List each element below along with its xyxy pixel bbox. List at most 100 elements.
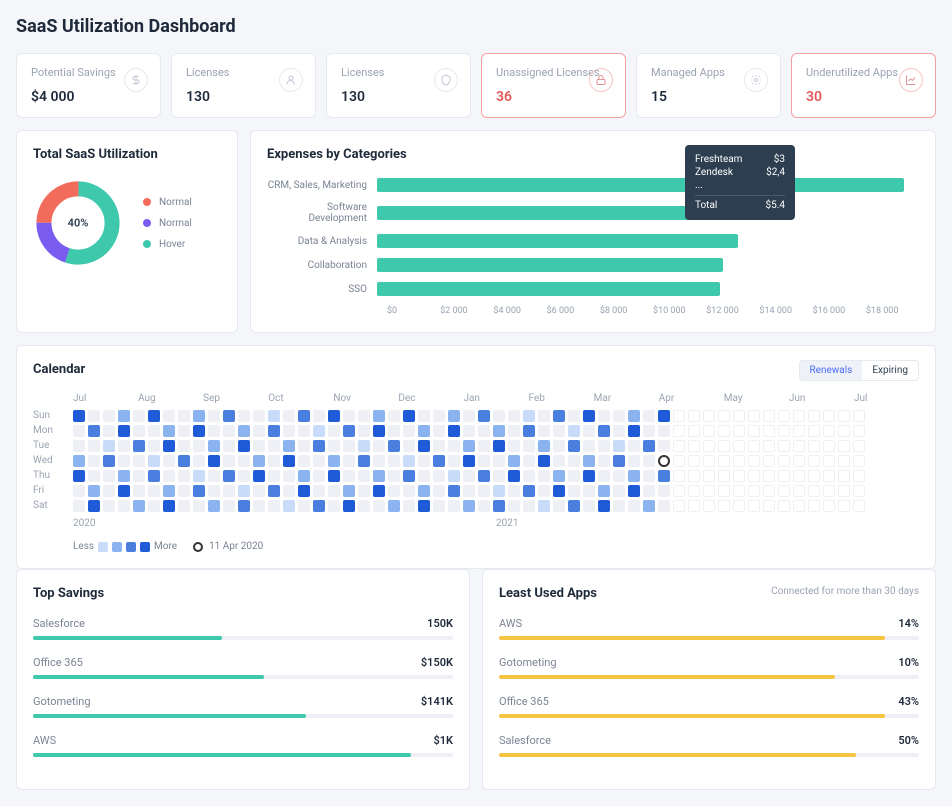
calendar-cell[interactable] xyxy=(508,500,520,512)
calendar-cell[interactable] xyxy=(718,485,730,497)
calendar-cell[interactable] xyxy=(478,470,490,482)
calendar-cell[interactable] xyxy=(628,410,640,422)
calendar-cell[interactable] xyxy=(193,425,205,437)
calendar-cell[interactable] xyxy=(388,500,400,512)
calendar-cell[interactable] xyxy=(553,410,565,422)
calendar-cell[interactable] xyxy=(853,440,865,452)
calendar-cell[interactable] xyxy=(178,500,190,512)
calendar-cell[interactable] xyxy=(568,500,580,512)
calendar-cell[interactable] xyxy=(778,500,790,512)
calendar-cell[interactable] xyxy=(268,500,280,512)
calendar-cell[interactable] xyxy=(553,500,565,512)
calendar-cell[interactable] xyxy=(613,470,625,482)
calendar-cell[interactable] xyxy=(253,455,265,467)
calendar-cell[interactable] xyxy=(193,485,205,497)
calendar-cell[interactable] xyxy=(238,440,250,452)
calendar-cell[interactable] xyxy=(133,470,145,482)
calendar-cell[interactable] xyxy=(463,455,475,467)
calendar-cell[interactable] xyxy=(598,485,610,497)
calendar-cell[interactable] xyxy=(613,425,625,437)
calendar-cell[interactable] xyxy=(313,455,325,467)
calendar-cell[interactable] xyxy=(283,440,295,452)
calendar-cell[interactable] xyxy=(733,500,745,512)
calendar-cell[interactable] xyxy=(643,425,655,437)
calendar-cell[interactable] xyxy=(583,410,595,422)
calendar-cell[interactable] xyxy=(508,470,520,482)
calendar-cell[interactable] xyxy=(148,500,160,512)
calendar-cell[interactable] xyxy=(343,500,355,512)
calendar-cell[interactable] xyxy=(703,440,715,452)
calendar-cell[interactable] xyxy=(778,410,790,422)
calendar-cell[interactable] xyxy=(118,470,130,482)
calendar-cell[interactable] xyxy=(823,455,835,467)
calendar-cell[interactable] xyxy=(733,440,745,452)
calendar-cell[interactable] xyxy=(148,455,160,467)
calendar-cell[interactable] xyxy=(688,410,700,422)
calendar-cell[interactable] xyxy=(238,455,250,467)
calendar-cell[interactable] xyxy=(268,470,280,482)
calendar-cell[interactable] xyxy=(178,470,190,482)
calendar-cell[interactable] xyxy=(373,455,385,467)
calendar-cell[interactable] xyxy=(778,485,790,497)
calendar-cell[interactable] xyxy=(403,455,415,467)
calendar-cell[interactable] xyxy=(538,410,550,422)
calendar-cell[interactable] xyxy=(163,470,175,482)
calendar-cell[interactable] xyxy=(448,485,460,497)
calendar-cell[interactable] xyxy=(643,440,655,452)
calendar-cell[interactable] xyxy=(328,410,340,422)
calendar-cell[interactable] xyxy=(133,455,145,467)
calendar-cell[interactable] xyxy=(298,410,310,422)
calendar-cell[interactable] xyxy=(73,425,85,437)
kpi-card[interactable]: Managed Apps 15 xyxy=(636,53,781,118)
calendar-cell[interactable] xyxy=(88,455,100,467)
calendar-cell[interactable] xyxy=(178,485,190,497)
calendar-cell[interactable] xyxy=(193,500,205,512)
calendar-cell[interactable] xyxy=(703,455,715,467)
calendar-cell[interactable] xyxy=(718,410,730,422)
calendar-cell[interactable] xyxy=(388,410,400,422)
calendar-cell[interactable] xyxy=(853,455,865,467)
calendar-cell[interactable] xyxy=(103,485,115,497)
calendar-cell[interactable] xyxy=(358,455,370,467)
calendar-cell[interactable] xyxy=(223,470,235,482)
calendar-cell[interactable] xyxy=(133,440,145,452)
calendar-cell[interactable] xyxy=(73,500,85,512)
calendar-cell[interactable] xyxy=(433,500,445,512)
calendar-cell[interactable] xyxy=(853,485,865,497)
calendar-cell[interactable] xyxy=(793,455,805,467)
calendar-cell[interactable] xyxy=(793,500,805,512)
calendar-cell[interactable] xyxy=(658,485,670,497)
calendar-cell[interactable] xyxy=(673,410,685,422)
bar-track[interactable] xyxy=(377,234,919,248)
calendar-cell[interactable] xyxy=(163,410,175,422)
progress-row[interactable]: Office 365$150K xyxy=(33,656,453,679)
calendar-cell[interactable] xyxy=(403,425,415,437)
calendar-cell[interactable] xyxy=(763,455,775,467)
calendar-cell[interactable] xyxy=(538,500,550,512)
calendar-cell[interactable] xyxy=(358,500,370,512)
calendar-cell[interactable] xyxy=(193,455,205,467)
calendar-cell[interactable] xyxy=(808,440,820,452)
calendar-cell[interactable] xyxy=(523,500,535,512)
calendar-cell[interactable] xyxy=(763,410,775,422)
calendar-cell[interactable] xyxy=(343,440,355,452)
calendar-cell[interactable] xyxy=(223,440,235,452)
calendar-cell[interactable] xyxy=(748,455,760,467)
calendar-cell[interactable] xyxy=(103,410,115,422)
calendar-cell[interactable] xyxy=(538,485,550,497)
calendar-cell[interactable] xyxy=(808,455,820,467)
tab-renewals[interactable]: Renewals xyxy=(800,361,863,380)
calendar-cell[interactable] xyxy=(358,410,370,422)
calendar-cell[interactable] xyxy=(838,425,850,437)
calendar-cell[interactable] xyxy=(73,410,85,422)
calendar-cell[interactable] xyxy=(403,440,415,452)
calendar-cell[interactable] xyxy=(358,440,370,452)
calendar-cell[interactable] xyxy=(493,455,505,467)
calendar-cell[interactable] xyxy=(448,455,460,467)
calendar-cell[interactable] xyxy=(418,470,430,482)
calendar-cell[interactable] xyxy=(523,425,535,437)
calendar-cell[interactable] xyxy=(148,470,160,482)
calendar-cell[interactable] xyxy=(283,470,295,482)
calendar-cell[interactable] xyxy=(853,470,865,482)
calendar-cell[interactable] xyxy=(358,485,370,497)
